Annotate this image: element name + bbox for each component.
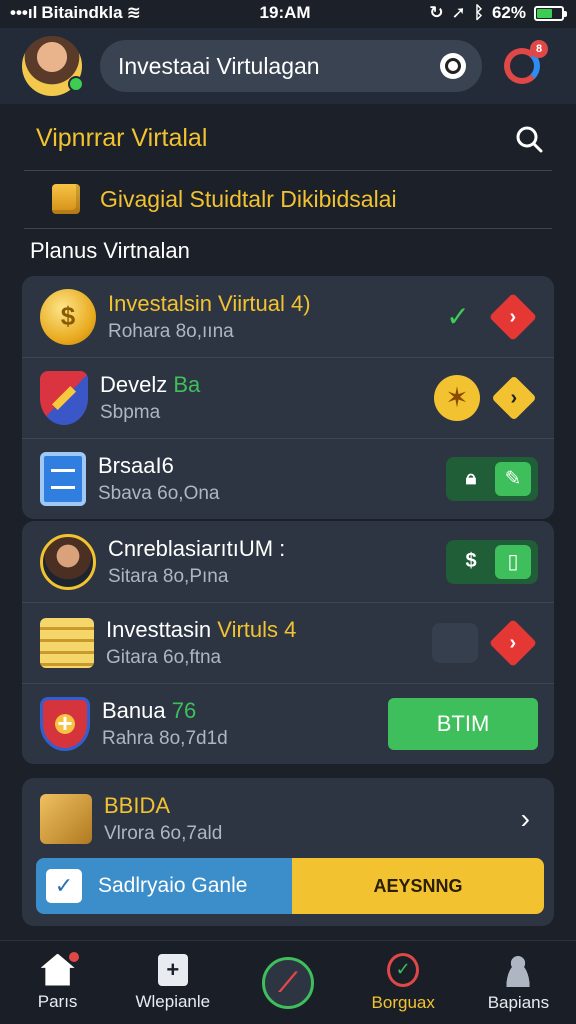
compass-icon: ⟋ [262, 956, 314, 1009]
shield-plus-icon: + [40, 696, 90, 751]
item-subtitle: Vlrora 6o,7ald [104, 822, 223, 844]
nav-item-profile[interactable]: Bapians [461, 941, 576, 1024]
status-bar-left: •••ıl Bitaindkla ≋ [10, 3, 141, 23]
location-icon: ➚ [451, 3, 466, 22]
signal-icon: •••ıl [10, 3, 38, 22]
item-title: BBIDA [104, 792, 171, 818]
action-button[interactable]: BTIM [388, 697, 538, 750]
item-subtitle: Sbava 6o,Ona [98, 482, 220, 504]
lock-edit-button[interactable]: 🔒︎ ✎ [446, 456, 538, 501]
menu-button[interactable] [432, 622, 478, 663]
split-right-button[interactable]: AEYSNNG [292, 858, 544, 914]
next-button[interactable]: › [488, 292, 538, 341]
notification-icon[interactable] [504, 40, 548, 84]
next-button[interactable]: › [491, 374, 537, 421]
item-subtitle: Rahra 8o,7d1d [102, 727, 228, 749]
nav-item-bag[interactable]: + Wlepianle [115, 941, 230, 1024]
nav-item-home[interactable]: Parıs [0, 941, 115, 1024]
shield-icon [40, 370, 88, 425]
book-icon[interactable]: ▯ [495, 544, 531, 579]
avatar[interactable] [22, 36, 84, 96]
nav-label: Parıs [37, 991, 78, 1011]
list-item[interactable]: + Banua 76 Rahra 8o,7d1d BTIM [22, 683, 554, 764]
clock: 19:AM [259, 3, 311, 22]
item-subtitle: Gitara 6o,ftna [106, 646, 222, 668]
person-icon [40, 533, 96, 590]
item-title: Develz Ba [100, 371, 201, 397]
promo-text: Givagial Stuidtalr Dikibidsalai [100, 185, 397, 212]
alarm-icon: ↻ [429, 3, 444, 22]
search-icon[interactable] [514, 124, 544, 154]
battery-icon [534, 5, 567, 21]
dollar-book-button[interactable]: $ ▯ [446, 539, 538, 584]
coin-icon: $ [40, 288, 96, 345]
nav-label: Borguax [371, 992, 435, 1012]
dollar-icon[interactable]: $ [453, 545, 489, 579]
nav-item-compass[interactable]: ⟋ [230, 941, 345, 1024]
stack-icon [40, 617, 94, 668]
item-subtitle: Rohara 8o,ıına [108, 320, 234, 342]
badge-dot [68, 951, 79, 962]
search-bar-text: Investaai Virtulagan [118, 52, 320, 79]
split-left-label: Sadlryaio Ganle [98, 874, 248, 897]
list-item[interactable]: BBIDA Vlrora 6o,7ald › [22, 778, 554, 859]
list-item[interactable]: BrsaaI6 Sbava 6o,Ona 🔒︎ ✎ [22, 438, 554, 519]
item-title: Banua 76 [102, 697, 197, 723]
person-icon [501, 952, 536, 987]
lock-icon[interactable]: 🔒︎ [453, 462, 489, 496]
crate-icon [40, 793, 92, 844]
item-title: CnreblasiarıtıUM : [108, 535, 286, 561]
list-item[interactable]: CnreblasiarıtıUM : Sitara 8o,Pına $ ▯ [22, 521, 554, 602]
nav-label: Bapians [487, 992, 550, 1012]
item-subtitle: Sitara 8o,Pına [108, 565, 229, 587]
divider [24, 228, 552, 229]
divider [24, 170, 552, 171]
chevron-right-icon[interactable]: › [521, 803, 538, 835]
item-subtitle: Sbpma [100, 401, 161, 423]
gold-box-icon [52, 184, 80, 214]
plans-label: Planus Virtnalan [30, 238, 190, 263]
promo-banner[interactable]: Givagial Stuidtalr Dikibidsalai [52, 180, 532, 218]
wifi-icon: ≋ [126, 3, 141, 22]
list-item[interactable]: Investtasin Virtuls 4 Gitara 6o,ftna › [22, 602, 554, 683]
section-title: Vipnrrar Virtalal [36, 124, 208, 152]
next-button[interactable]: › [488, 618, 538, 667]
checkbox-icon: ✓ [46, 869, 82, 903]
plans-card-1: $ Investalsin Viirtual 4) Rohara 8o,ıına… [22, 276, 554, 519]
nav-item-shield[interactable]: ✓ Borguax [346, 941, 461, 1024]
list-item[interactable]: $ Investalsin Viirtual 4) Rohara 8o,ıına… [22, 276, 554, 357]
list-item[interactable]: Develz Ba Sbpma ✶ › [22, 357, 554, 438]
app-header: Investaai Virtulagan [0, 28, 576, 104]
online-indicator [68, 76, 84, 92]
status-bar: •••ıl Bitaindkla ≋ 19:AM ↻ ➚ ᛒ 62% [0, 0, 576, 26]
check-icon[interactable]: ✓ [438, 297, 478, 337]
item-title: Investtasin Virtuls 4 [106, 616, 297, 642]
item-title: BrsaaI6 [98, 452, 174, 478]
star-icon[interactable]: ✶ [434, 374, 480, 421]
home-icon-wrap [40, 951, 79, 986]
bottom-nav: Parıs + Wlepianle ⟋ ✓ Borguax Bapians [0, 940, 576, 1024]
battery-fill [537, 8, 552, 18]
search-bar[interactable]: Investaai Virtulagan [100, 40, 482, 92]
plans-card-2: CnreblasiarıtıUM : Sitara 8o,Pına $ ▯ In… [22, 521, 554, 764]
bluetooth-icon: ᛒ [473, 3, 484, 22]
document-icon [40, 451, 86, 506]
nav-label: Wlepianle [135, 991, 211, 1011]
pencil-icon[interactable]: ✎ [495, 461, 531, 496]
item-title: Investalsin Viirtual 4) [108, 290, 311, 316]
chat-icon[interactable] [440, 53, 466, 79]
shield-check-icon: ✓ [387, 952, 420, 987]
split-left-button[interactable]: ✓ Sadlryaio Ganle [36, 858, 292, 914]
status-bar-right: ↻ ➚ ᛒ 62% [429, 3, 567, 23]
bag-icon: + [157, 953, 188, 986]
battery-percent: 62% [491, 3, 526, 22]
carrier-label: Bitaindkla [41, 3, 123, 22]
split-action-bar: ✓ Sadlryaio Ganle AEYSNNG [36, 858, 544, 914]
